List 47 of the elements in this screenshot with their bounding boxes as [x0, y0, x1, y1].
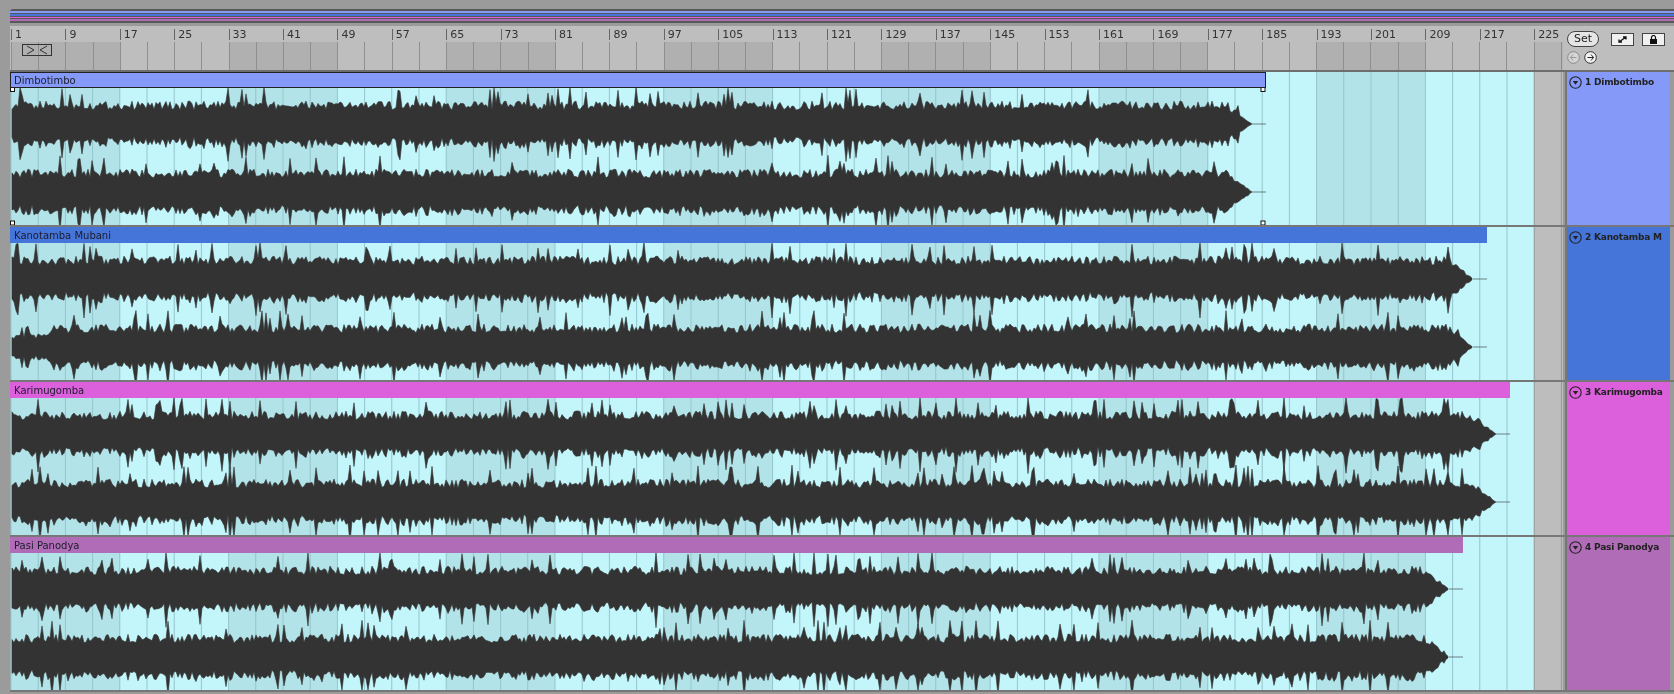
bar-number: 9 — [65, 29, 77, 40]
track-name: 1 Dimbotimbo — [1585, 76, 1654, 89]
track-name: 3 Karimugomba — [1585, 386, 1663, 399]
track-header[interactable]: 2 Kanotamba M — [1565, 227, 1670, 380]
bar-number: 201 — [1371, 29, 1396, 40]
track-header[interactable]: 1 Dimbotimbo — [1565, 72, 1670, 225]
bar-number: 137 — [935, 29, 961, 40]
bar-number: 193 — [1316, 29, 1342, 40]
bar-number: 169 — [1153, 29, 1179, 40]
audio-clip[interactable]: Pasi Panodya — [10, 537, 1463, 690]
clip-title: Dimbotimbo — [10, 72, 1266, 88]
bar-number: 57 — [391, 29, 410, 40]
bar-number: 97 — [663, 29, 682, 40]
time-ruler[interactable]: 1 9 17 25 33 41 49 57 65 73 81 89 97 105 113 121 129 137 145 153 161 169 177 185 193 201 209 217 225 — [10, 26, 1563, 72]
bar-number: 129 — [881, 29, 907, 40]
bar-number: 17 — [119, 29, 138, 40]
bar-number: 217 — [1479, 29, 1505, 40]
bar-number: 177 — [1207, 29, 1233, 40]
bar-number: 41 — [283, 29, 301, 40]
audio-clip[interactable]: Karimugomba — [10, 382, 1510, 535]
track-name: 2 Kanotamba M — [1585, 231, 1662, 244]
bar-number: 225 — [1534, 29, 1560, 40]
clip-title: Karimugomba — [10, 382, 1510, 398]
bar-number: 121 — [827, 29, 852, 40]
bar-number: 81 — [555, 29, 573, 40]
bar-number: 89 — [609, 29, 628, 40]
bar-number: 49 — [337, 29, 356, 40]
clip-title: Kanotamba Mubani — [10, 227, 1487, 243]
bar-number: 73 — [500, 29, 519, 40]
clip-title: Pasi Panodya — [10, 537, 1463, 553]
bar-number: 105 — [718, 29, 744, 40]
bar-number: 153 — [1044, 29, 1070, 40]
bar-number: 1 — [11, 29, 22, 40]
bar-number: 113 — [772, 29, 798, 40]
track-header[interactable]: 4 Pasi Panodya — [1565, 537, 1670, 690]
track-name: 4 Pasi Panodya — [1585, 541, 1659, 554]
bar-number: 65 — [446, 29, 465, 40]
bar-number: 209 — [1425, 29, 1451, 40]
bar-number: 33 — [228, 29, 247, 40]
bar-number: 185 — [1262, 29, 1288, 40]
track-header[interactable]: 3 Karimugomba — [1565, 382, 1670, 535]
bar-number: 25 — [174, 29, 193, 40]
set-button[interactable]: Set — [1567, 31, 1600, 47]
audio-clip[interactable]: Kanotamba Mubani — [10, 227, 1487, 380]
bar-number: 145 — [990, 29, 1016, 40]
audio-clip[interactable]: Dimbotimbo — [10, 72, 1266, 225]
bar-number: 161 — [1099, 29, 1124, 40]
